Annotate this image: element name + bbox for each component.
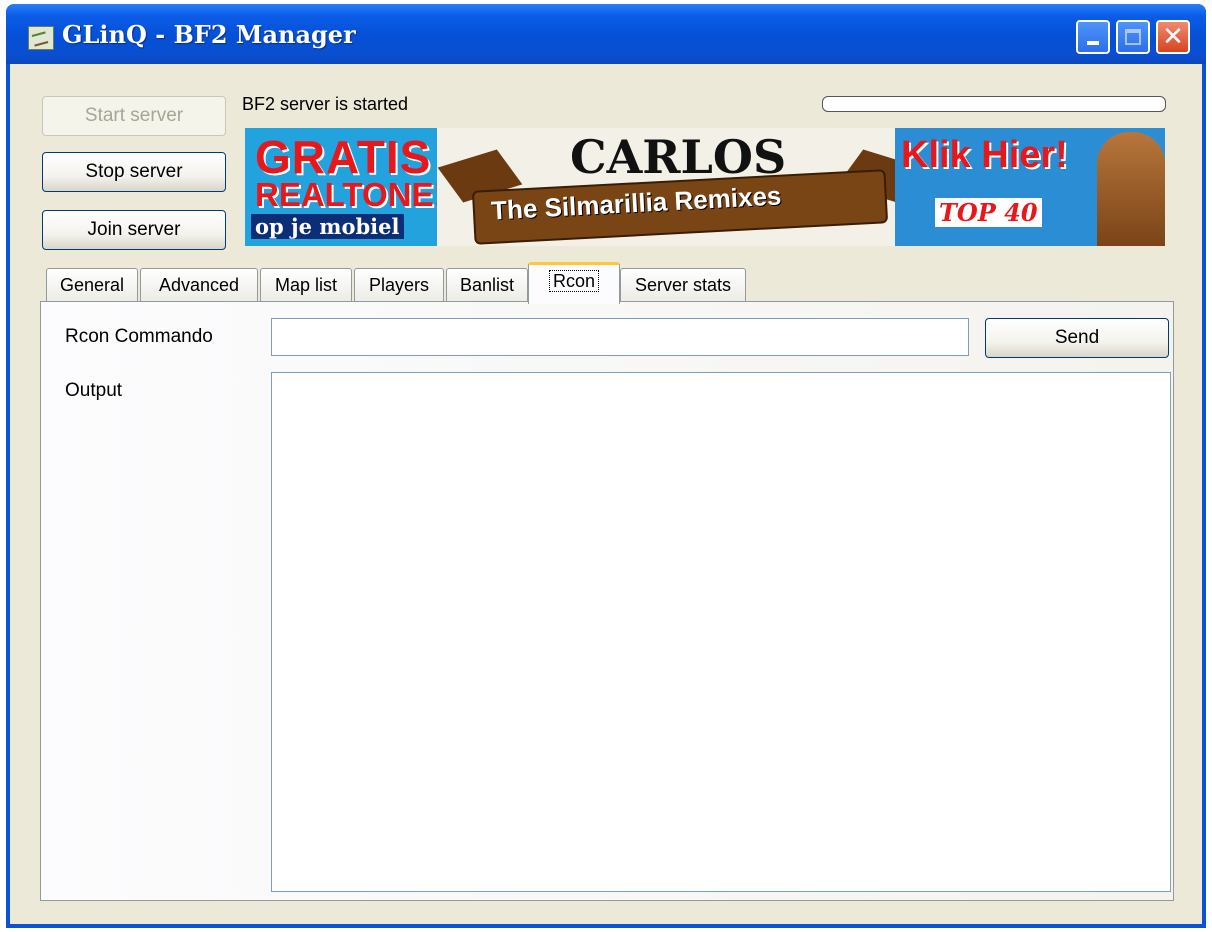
rcon-command-label: Rcon Commando: [65, 326, 213, 347]
server-status-text: BF2 server is started: [242, 94, 409, 114]
title-bar[interactable]: GLinQ - BF2 Manager ✕: [6, 4, 1206, 64]
minimize-button[interactable]: [1076, 20, 1110, 54]
banner-mobiel-text: op je mobiel: [251, 214, 404, 239]
output-textarea[interactable]: [271, 372, 1171, 892]
maximize-button[interactable]: [1116, 20, 1150, 54]
app-window: GLinQ - BF2 Manager ✕ Start server Stop …: [6, 4, 1206, 928]
tab-server-stats[interactable]: Server stats: [620, 268, 746, 302]
banner-top40-logo: TOP 40: [935, 198, 1042, 227]
join-server-button[interactable]: Join server: [42, 210, 226, 250]
tab-rcon[interactable]: Rcon: [528, 262, 620, 304]
client-area: Start server Stop server Join server BF2…: [10, 64, 1202, 924]
tab-map-list[interactable]: Map list: [260, 268, 352, 302]
tab-banlist[interactable]: Banlist: [446, 268, 528, 302]
tab-players[interactable]: Players: [354, 268, 444, 302]
send-button[interactable]: Send: [985, 318, 1169, 358]
banner-person-image: [1097, 132, 1165, 246]
close-icon: ✕: [1162, 22, 1184, 52]
maximize-icon: [1125, 29, 1141, 45]
start-server-button[interactable]: Start server: [42, 96, 226, 136]
banner-klik-hier-text: Klik Hier!: [901, 134, 1068, 176]
progress-bar: [822, 96, 1166, 112]
window-title: GLinQ - BF2 Manager: [62, 20, 356, 49]
rcon-command-input[interactable]: [271, 318, 969, 356]
close-button[interactable]: ✕: [1156, 20, 1190, 54]
banner-carlos-text: CARLOS: [570, 130, 787, 184]
tab-general[interactable]: General: [46, 268, 138, 302]
advertisement-banner[interactable]: GRATIS REALTONE! op je mobiel CARLOS The…: [245, 128, 1165, 246]
minimize-icon: [1087, 41, 1099, 45]
stop-server-button[interactable]: Stop server: [42, 152, 226, 192]
output-label: Output: [65, 380, 123, 401]
rcon-panel: Rcon Commando Send Output: [40, 301, 1174, 901]
tab-advanced[interactable]: Advanced: [140, 268, 258, 302]
banner-realtone-text: REALTONE!: [255, 176, 445, 213]
app-icon: [28, 26, 54, 50]
tab-rcon-label: Rcon: [548, 270, 600, 292]
